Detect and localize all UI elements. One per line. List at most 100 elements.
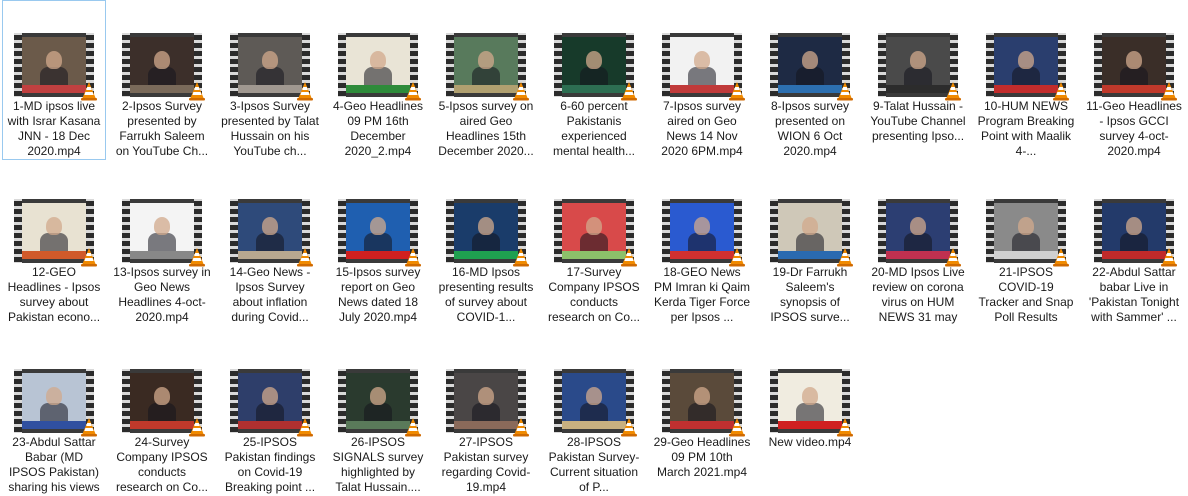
ticker-bar [346,421,410,429]
file-name: New video.mp4 [768,435,852,449]
presenter-head [262,387,278,405]
vlc-cone-icon [512,81,530,101]
file-item[interactable]: 25-IPSOS Pakistan findings on Covid-19 B… [218,336,322,496]
file-name: 22-Abdul Sattar babar Live in 'Pakistan … [1088,265,1180,324]
file-item[interactable]: 9-Talat Hussain - YouTube Channel presen… [866,0,970,160]
ticker-bar [346,251,410,259]
thumbnail-frame [346,37,410,93]
file-item[interactable]: 19-Dr Farrukh Saleem's synopsis of IPSOS… [758,166,862,326]
file-item[interactable]: 4-Geo Headlines 09 PM 16th December 2020… [326,0,430,160]
video-thumbnail [770,33,853,101]
presenter-shape [904,233,932,251]
file-item[interactable]: 24-Survey Company IPSOS conducts researc… [110,336,214,496]
video-thumbnail [662,33,745,101]
film-strip-left [662,199,670,263]
ticker-bar [22,251,86,259]
file-item[interactable]: 15-Ipsos survey report on Geo News dated… [326,166,430,326]
file-item[interactable]: 16-MD Ipsos presenting results of survey… [434,166,538,326]
vlc-cone-icon [1160,247,1178,267]
presenter-head [262,217,278,235]
film-strip-left [14,33,22,97]
thumbnail-frame [994,203,1058,259]
file-name: 16-MD Ipsos presenting results of survey… [438,265,534,324]
film-strip-left [338,33,346,97]
film-strip-left [122,369,130,433]
file-item[interactable]: 13-Ipsos survey in Geo News Headlines 4-… [110,166,214,326]
file-item[interactable]: 28-IPSOS Pakistan Survey-Current situati… [542,336,646,496]
thumbnail-frame [22,203,86,259]
file-item[interactable]: 3-Ipsos Survey presented by Talat Hussai… [218,0,322,160]
file-item[interactable]: 21-IPSOS COVID-19 Tracker and Snap Poll … [974,166,1078,326]
vlc-cone-icon [620,417,638,437]
file-item[interactable]: 18-GEO News PM Imran ki Qaim Kerda Tiger… [650,166,754,326]
thumbnail-frame [562,373,626,429]
presenter-shape [904,67,932,85]
film-strip-left [662,369,670,433]
ticker-bar [778,85,842,93]
file-item[interactable]: 22-Abdul Sattar babar Live in 'Pakistan … [1082,166,1186,326]
video-thumbnail [122,33,205,101]
file-item[interactable]: 12-GEO Headlines - Ipsos survey about Pa… [2,166,106,326]
ticker-bar [454,421,518,429]
vlc-cone-icon [1052,247,1070,267]
file-item[interactable]: 14-Geo News - Ipsos Survey about inflati… [218,166,322,326]
file-item[interactable]: 5-Ipsos survey on aired Geo Headlines 15… [434,0,538,160]
file-item[interactable]: 6-60 percent Pakistanis experienced ment… [542,0,646,160]
file-item[interactable]: 29-Geo Headlines 09 PM 10th March 2021.m… [650,336,754,496]
vlc-cone-icon [944,81,962,101]
thumbnail-frame [1102,203,1166,259]
film-strip-left [14,369,22,433]
presenter-head [1126,217,1142,235]
presenter-shape [256,233,284,251]
presenter-head [370,387,386,405]
presenter-shape [580,67,608,85]
ticker-bar [886,85,950,93]
vlc-cone-icon [188,417,206,437]
presenter-shape [40,233,68,251]
file-name: 12-GEO Headlines - Ipsos survey about Pa… [7,265,101,324]
video-thumbnail [122,369,205,437]
vlc-cone-icon [404,417,422,437]
video-thumbnail [878,199,961,267]
thumbnail-frame [778,203,842,259]
vlc-cone-icon [836,81,854,101]
presenter-head [154,51,170,69]
file-name: 13-Ipsos survey in Geo News Headlines 4-… [113,265,211,324]
thumbnail-frame [346,203,410,259]
film-strip-left [446,199,454,263]
video-thumbnail [878,33,961,101]
film-strip-left [554,199,562,263]
film-strip-left [230,199,238,263]
thumbnail-frame [994,37,1058,93]
file-item[interactable]: 7-Ipsos survey aired on Geo News 14 Nov … [650,0,754,160]
ticker-bar [994,85,1058,93]
file-item[interactable]: 23-Abdul Sattar Babar (MD IPSOS Pakistan… [2,336,106,496]
video-thumbnail [770,199,853,267]
presenter-head [1126,51,1142,69]
file-item[interactable]: 10-HUM NEWS Program Breaking Point with … [974,0,1078,160]
file-item[interactable]: 20-MD Ipsos Live review on corona virus … [866,166,970,326]
thumbnail-frame [562,37,626,93]
file-item[interactable]: 2-Ipsos Survey presented by Farrukh Sale… [110,0,214,160]
file-name: 5-Ipsos survey on aired Geo Headlines 15… [438,99,534,158]
presenter-head [46,51,62,69]
presenter-head [802,387,818,405]
film-strip-left [122,33,130,97]
presenter-head [694,217,710,235]
film-strip-left [122,199,130,263]
file-name: 24-Survey Company IPSOS conducts researc… [115,435,209,494]
presenter-shape [472,67,500,85]
file-item[interactable]: 1-MD ipsos live with Israr Kasana JNN - … [2,0,106,160]
thumbnail-frame [238,373,302,429]
file-name: 20-MD Ipsos Live review on corona virus … [871,265,965,324]
file-item[interactable]: 8-Ipsos survey presented on WION 6 Oct 2… [758,0,862,160]
file-item[interactable]: 27-IPSOS Pakistan survey regarding Covid… [434,336,538,496]
presenter-head [910,51,926,69]
file-item[interactable]: 17-Survey Company IPSOS conducts researc… [542,166,646,326]
file-item[interactable]: New video.mp4 [758,336,862,496]
file-item[interactable]: 11-Geo Headlines - Ipsos GCCI survey 4-o… [1082,0,1186,160]
file-item[interactable]: 26-IPSOS SIGNALS survey highlighted by T… [326,336,430,496]
video-thumbnail [446,33,529,101]
file-name: 7-Ipsos survey aired on Geo News 14 Nov … [661,99,743,158]
presenter-shape [1012,67,1040,85]
